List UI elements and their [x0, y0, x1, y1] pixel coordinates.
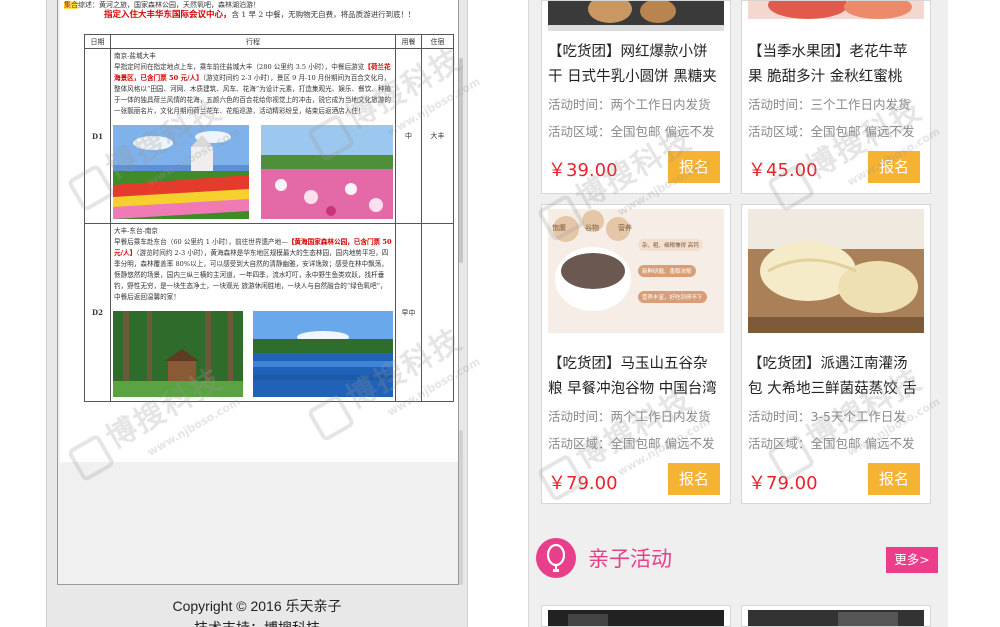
product-area: 活动区域：全国包邮 偏远不发: [548, 436, 715, 451]
product-title-line1: 【吃货团】派遇江南灌汤: [748, 356, 908, 372]
table-header-row: 日期 行程 用餐 住宿: [84, 34, 454, 49]
screenshot-stage: 集合综述：黄河之旅，国家森林公园，天然氧吧，森林湖泊游！ 指定入住大丰华东国际会…: [0, 0, 1000, 627]
route-cell: 大丰-东台-南京 早餐后乘车赴东台（60 公里约 1 小时），前往世界遗产地—【…: [110, 223, 396, 402]
route-photos: [111, 119, 395, 223]
itinerary-table: 日期 行程 用餐 住宿 D1 南京-盐城大丰 早指定时间在指定地点上车，乘车前往…: [84, 34, 454, 402]
document-frame: 集合综述：黄河之旅，国家森林公园，天然氧吧，森林湖泊游！ 指定入住大丰华东国际会…: [57, 0, 459, 585]
page-scrollbar[interactable]: [459, 430, 463, 585]
lake-photo: [253, 311, 393, 397]
activity-card-preview[interactable]: [741, 605, 931, 627]
feature-pill: 营养丰富，好吃到停不下: [638, 291, 707, 303]
left-phone-screen: 集合综述：黄河之旅，国家森林公园，天然氧吧，森林湖泊游！ 指定入住大丰华东国际会…: [46, 0, 468, 627]
intro-highlight: 集合: [64, 1, 78, 9]
product-price: ￥79.00: [548, 473, 618, 494]
product-title-line1: 【当季水果团】老花牛苹: [748, 44, 908, 60]
grain-cereal-photo: 饱腹 谷物 营养 杂、粗、细粮兼得 高钙 新鲜研磨、香醇浓郁 营养丰富，好吃到停…: [548, 209, 724, 333]
product-title-line2: 干 日式牛乳小圆饼 黑糖夹: [548, 69, 717, 85]
product-time: 活动时间：两个工作日内发货: [548, 97, 711, 112]
document-scrollbar[interactable]: [459, 58, 463, 263]
signup-button[interactable]: 报名: [868, 463, 920, 495]
product-area: 活动区域：全国包邮 偏远不发: [748, 436, 915, 451]
route-text: 南京-盐城大丰 早指定时间在指定地点上车，乘车前往盐城大丰（280 公里约 3.…: [114, 52, 392, 115]
more-button[interactable]: 更多>: [886, 547, 938, 573]
product-title-line2: 包 大希地三鲜菌菇蒸饺 舌: [748, 381, 917, 397]
activity-card-preview[interactable]: [541, 605, 731, 627]
lily-field-photo: [261, 125, 393, 219]
tag-label: 营养: [618, 224, 632, 232]
footer-support-link[interactable]: 技术支持：博搜科技: [46, 618, 468, 627]
header-route: 行程: [110, 34, 396, 49]
feature-pill: 杂、粗、细粮兼得 高钙: [638, 239, 703, 251]
product-price: ￥79.00: [748, 473, 818, 494]
bowl-tags: 饱腹 谷物 营养: [552, 223, 632, 233]
table-row: D2 大丰-东台-南京 早餐后乘车赴东台（60 公里约 1 小时），前往世界遗产…: [84, 223, 454, 402]
day-cell: D2: [84, 223, 111, 402]
route-cell: 南京-盐城大丰 早指定时间在指定地点上车，乘车前往盐城大丰（280 公里约 3.…: [110, 48, 396, 224]
product-card[interactable]: 饱腹 谷物 营养 杂、粗、细粮兼得 高钙 新鲜研磨、香醇浓郁 营养丰富，好吃到停…: [541, 204, 731, 504]
product-time: 活动时间：两个工作日内发货: [548, 409, 711, 424]
feature-pill: 新鲜研磨、香醇浓郁: [638, 265, 696, 277]
product-card[interactable]: 【吃货团】派遇江南灌汤 包 大希地三鲜菌菇蒸饺 舌 活动时间：3-5天个工作日发…: [741, 204, 931, 504]
product-title-line2: 粮 早餐冲泡谷物 中国台湾: [548, 381, 717, 397]
stay-cell: [421, 223, 454, 402]
peach-photo: [748, 1, 924, 19]
section-title: 亲子活动: [588, 547, 672, 571]
signup-button[interactable]: 报名: [668, 463, 720, 495]
product-title-line1: 【吃货团】马玉山五谷杂: [548, 356, 708, 372]
header-stay: 住宿: [421, 34, 454, 49]
header-date: 日期: [84, 34, 111, 49]
signup-button[interactable]: 报名: [868, 151, 920, 183]
product-card[interactable]: 【当季水果团】老花牛苹 果 脆甜多汁 金秋红蜜桃 活动时间：三个工作日内发货 活…: [741, 0, 931, 194]
stay-cell: 大丰: [421, 48, 454, 224]
hotel-notice: 指定入住大丰华东国际会议中心，含 1 早 2 中餐，无购物无自费，将品质游进行到…: [104, 10, 412, 20]
forest-photo: [113, 311, 243, 397]
route-title: 大丰-东台-南京: [114, 227, 159, 235]
header-meal: 用餐: [395, 34, 422, 49]
product-price: ￥39.00: [548, 160, 618, 181]
product-title-line1: 【吃货团】网红爆款小饼: [548, 44, 708, 60]
product-time: 活动时间：3-5天个工作日发: [748, 409, 906, 424]
meal-cell: 中: [395, 48, 422, 224]
route-title: 南京-盐城大丰: [114, 52, 156, 60]
activity-photo: [548, 610, 724, 626]
product-time: 活动时间：三个工作日内发货: [748, 97, 911, 112]
signup-button[interactable]: 报名: [668, 151, 720, 183]
meal-cell: 早中: [395, 223, 422, 402]
flower-garden-photo: [113, 125, 249, 219]
tag-label: 谷物: [585, 224, 599, 232]
footer-copyright: Copyright © 2016 乐天亲子: [172, 598, 342, 614]
route-photos: [111, 305, 395, 401]
product-price: ￥45.00: [748, 160, 818, 181]
route-text: 大丰-东台-南京 早餐后乘车赴东台（60 公里约 1 小时），前往世界遗产地—【…: [114, 227, 392, 301]
balloon-icon: [536, 538, 576, 578]
cookie-photo: [548, 1, 724, 31]
itinerary-document: 集合综述：黄河之旅，国家森林公园，天然氧吧，森林湖泊游！ 指定入住大丰华东国际会…: [60, 0, 458, 462]
product-area: 活动区域：全国包邮 偏远不发: [748, 124, 915, 139]
day-cell: D1: [84, 48, 111, 224]
tag-label: 饱腹: [552, 224, 566, 232]
product-card[interactable]: 【吃货团】网红爆款小饼 干 日式牛乳小圆饼 黑糖夹 活动时间：两个工作日内发货 …: [541, 0, 731, 194]
table-row: D1 南京-盐城大丰 早指定时间在指定地点上车，乘车前往盐城大丰（280 公里约…: [84, 48, 454, 224]
dumpling-photo: [748, 209, 924, 333]
activity-photo: [748, 610, 924, 626]
product-area: 活动区域：全国包邮 偏远不发: [548, 124, 715, 139]
product-title-line2: 果 脆甜多汁 金秋红蜜桃: [748, 69, 903, 85]
